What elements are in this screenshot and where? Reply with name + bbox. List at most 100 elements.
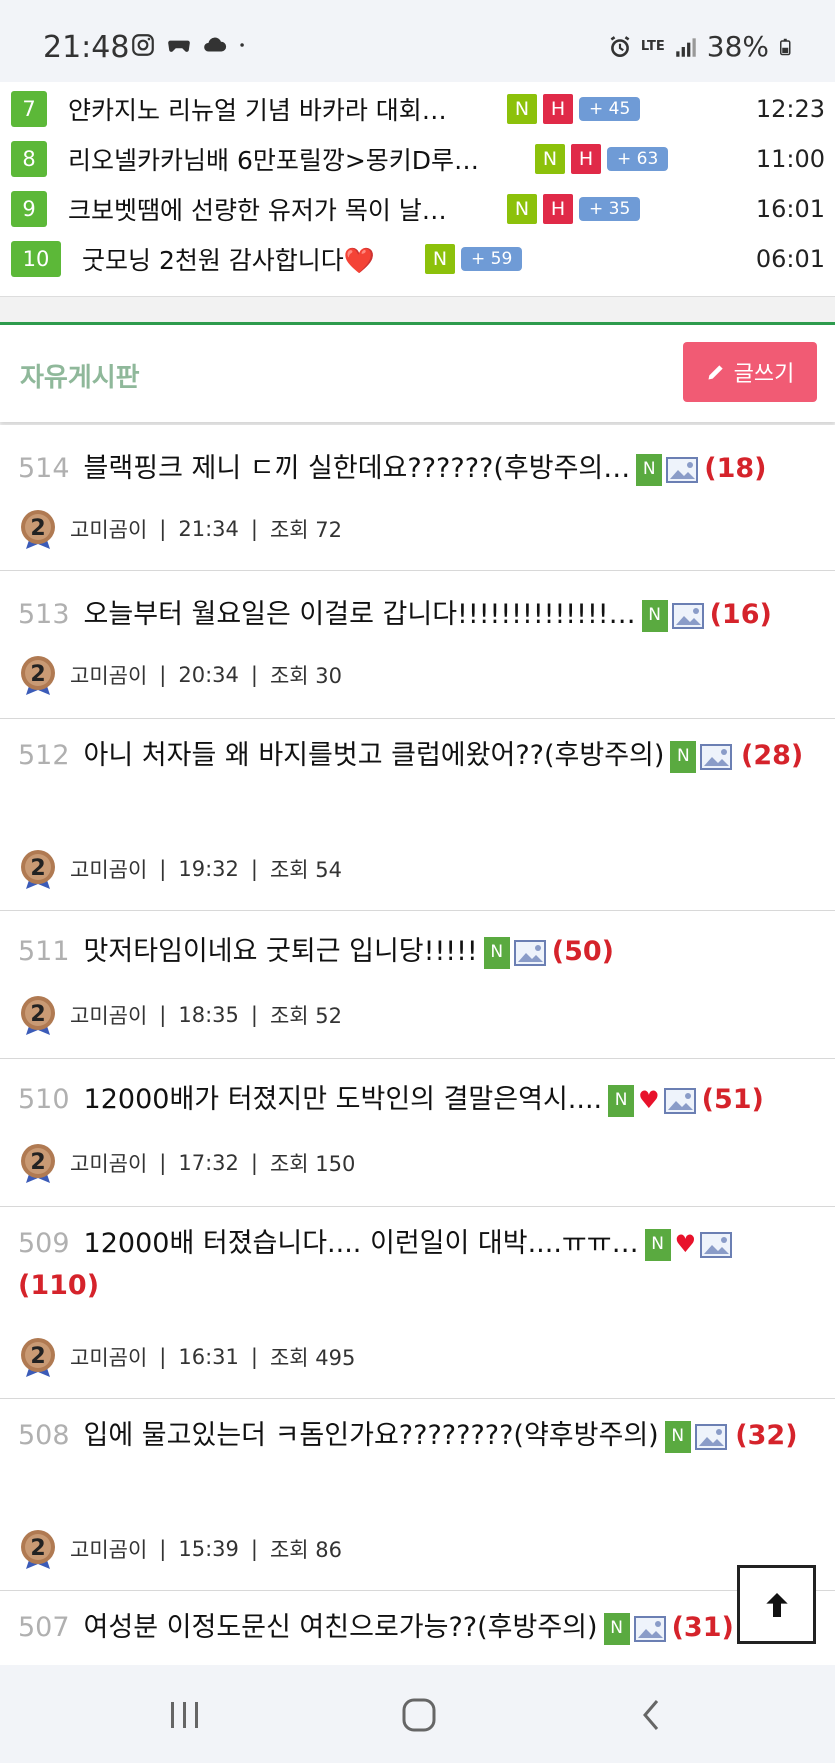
svg-text:2: 2 <box>30 1344 45 1369</box>
post-author[interactable]: 고미곰이 <box>70 854 147 884</box>
avatar-level-badge: 2 <box>21 510 55 549</box>
rank-time: 16:01 <box>755 195 825 223</box>
post-meta: 2 고미곰이 | 15:39 | 조회 86 <box>18 1527 342 1571</box>
back-icon <box>643 1700 659 1730</box>
home-icon <box>402 1698 436 1732</box>
post-title-line[interactable]: 512 아니 처자들 왜 바지를벗고 클럽에왔어??(후방주의) N (28) <box>18 735 815 776</box>
post-title-line[interactable]: 511 맛저타임이네요 굿퇴근 입니당!!!!! N (50) <box>18 931 815 972</box>
post-views: 조회 495 <box>269 1346 356 1370</box>
post-title[interactable]: 입에 물고있는더 ㅋ돔인가요????????(약후방주의) <box>84 1420 659 1451</box>
post-title-line[interactable]: 509 12000배 터졌습니다.... 이런일이 대박....ㅠㅠ… N ♥ (11… <box>18 1223 815 1306</box>
meta-separator: | <box>159 663 167 687</box>
post-number: 513 <box>18 599 70 630</box>
post-title-line[interactable]: 508 입에 물고있는더 ㅋ돔인가요????????(약후방주의) N (32) <box>18 1415 815 1456</box>
image-attachment-icon <box>700 743 733 770</box>
post-item[interactable]: 512 아니 처자들 왜 바지를벗고 클럽에왔어??(후방주의) N (28) 2 … <box>0 719 835 911</box>
rank-title[interactable]: 굿모닝 2천원 감사합니다❤️ <box>82 241 375 277</box>
post-title[interactable]: 12000배가 터졌지만 도박인의 결말은역시.... <box>84 1084 603 1115</box>
pencil-icon <box>708 365 723 380</box>
post-meta: 2 고미곰이 | 16:31 | 조회 495 <box>18 1335 355 1379</box>
post-time: 18:35 <box>178 1003 239 1027</box>
meta-separator: | <box>159 857 167 881</box>
image-attachment-icon <box>663 1087 696 1114</box>
post-item[interactable]: 511 맛저타임이네요 굿퇴근 입니당!!!!! N (50) 2 고미곰이 | 18:3… <box>0 911 835 1059</box>
post-author[interactable]: 고미곰이 <box>70 1534 147 1564</box>
rank-number: 9 <box>11 191 47 227</box>
rank-title[interactable]: 얀카지노 리뉴얼 기념 바카라 대회… <box>68 91 447 127</box>
heart-icon: ♥ <box>638 1086 660 1114</box>
comment-count[interactable]: (50) <box>552 936 614 967</box>
system-nav-bar <box>0 1665 835 1763</box>
post-title[interactable]: 12000배 터졌습니다.... 이런일이 대박....ㅠㅠ… <box>84 1228 639 1259</box>
image-attachment-icon <box>671 602 704 629</box>
post-item[interactable]: 509 12000배 터졌습니다.... 이런일이 대박....ㅠㅠ… N ♥ (11… <box>0 1207 835 1399</box>
back-button[interactable] <box>630 1695 674 1735</box>
rank-item[interactable]: 9 크보벳땜에 선량한 유저가 목이 날… N H + 35 16:01 <box>0 184 835 234</box>
post-item[interactable]: 507 여성분 이정도문신 여친으로가능??(후방주의) N (31) <box>0 1591 835 1665</box>
post-author[interactable]: 고미곰이 <box>70 1342 147 1372</box>
post-item[interactable]: 513 오늘부터 월요일은 이걸로 갑니다!!!!!!!!!!!!!!… N (16)… <box>0 571 835 719</box>
post-title-line[interactable]: 510 12000배가 터졌지만 도박인의 결말은역시.... N ♥ (51) <box>18 1079 815 1121</box>
new-badge: N <box>535 144 565 174</box>
post-author[interactable]: 고미곰이 <box>70 660 147 690</box>
post-item[interactable]: 510 12000배가 터졌지만 도박인의 결말은역시.... N ♥ (51) 2 고… <box>0 1059 835 1207</box>
recent-apps-button[interactable] <box>163 1695 207 1735</box>
post-number: 509 <box>18 1228 70 1259</box>
notification-icons <box>130 32 252 58</box>
meta-separator: | <box>250 1151 258 1175</box>
post-author[interactable]: 고미곰이 <box>70 514 147 544</box>
home-button[interactable] <box>397 1695 441 1735</box>
post-number: 510 <box>18 1084 70 1115</box>
image-attachment-icon <box>700 1231 733 1258</box>
post-author[interactable]: 고미곰이 <box>70 1148 147 1178</box>
post-title[interactable]: 오늘부터 월요일은 이걸로 갑니다!!!!!!!!!!!!!!… <box>84 599 636 630</box>
gamepad-icon <box>168 40 190 52</box>
avatar-level-badge: 2 <box>21 1338 55 1377</box>
heart-icon: ♥ <box>674 1230 697 1258</box>
comment-count[interactable]: (51) <box>702 1084 764 1115</box>
image-attachment-icon <box>694 1423 727 1450</box>
post-title[interactable]: 맛저타임이네요 굿퇴근 입니당!!!!! <box>84 936 478 967</box>
post-title[interactable]: 블랙핑크 제니 ㄷ끼 실한데요??????(후방주의… <box>84 453 631 484</box>
meta-separator: | <box>159 517 167 541</box>
meta-separator: | <box>250 517 258 541</box>
post-author[interactable]: 고미곰이 <box>70 1000 147 1030</box>
comment-count[interactable]: (32) <box>735 1420 797 1451</box>
meta-separator: | <box>159 1003 167 1027</box>
hot-badge: H <box>543 94 573 124</box>
post-title-line[interactable]: 514 블랙핑크 제니 ㄷ끼 실한데요??????(후방주의… N (18) <box>18 448 815 489</box>
post-title-line[interactable]: 513 오늘부터 월요일은 이걸로 갑니다!!!!!!!!!!!!!!… N (16) <box>18 594 815 635</box>
post-item[interactable]: 508 입에 물고있는더 ㅋ돔인가요????????(약후방주의) N (32) 2… <box>0 1399 835 1591</box>
post-title[interactable]: 아니 처자들 왜 바지를벗고 클럽에왔어??(후방주의) <box>84 740 665 771</box>
post-time: 17:32 <box>178 1151 239 1175</box>
avatar-level-badge: 2 <box>21 996 55 1035</box>
new-badge: N <box>636 453 663 486</box>
comment-count[interactable]: (110) <box>18 1270 99 1301</box>
arrow-up-icon <box>765 1592 788 1617</box>
rank-title[interactable]: 크보벳땜에 선량한 유저가 목이 날… <box>68 191 447 227</box>
comment-count[interactable]: (16) <box>710 599 772 630</box>
svg-text:2: 2 <box>30 1150 45 1175</box>
post-title[interactable]: 여성분 이정도문신 여친으로가능??(후방주의) <box>84 1612 598 1643</box>
avatar-level-badge: 2 <box>21 656 55 695</box>
post-time: 15:39 <box>178 1537 239 1561</box>
rank-item[interactable]: 10 굿모닝 2천원 감사합니다❤️ N + 59 06:01 <box>0 234 835 284</box>
meta-separator: | <box>250 663 258 687</box>
new-badge: N <box>507 94 537 124</box>
comment-count[interactable]: (18) <box>704 453 766 484</box>
post-title-line[interactable]: 507 여성분 이정도문신 여친으로가능??(후방주의) N (31) <box>18 1607 815 1648</box>
comment-count[interactable]: (31) <box>672 1612 734 1643</box>
comment-count[interactable]: (28) <box>741 740 803 771</box>
post-time: 19:32 <box>178 857 239 881</box>
rank-title[interactable]: 리오넬카카님배 6만포릴깡>몽키D루… <box>68 141 479 177</box>
reply-count-badge: + 63 <box>607 147 669 171</box>
post-item[interactable]: 514 블랙핑크 제니 ㄷ끼 실한데요??????(후방주의… N (18) 2 고미… <box>0 425 835 571</box>
meta-separator: | <box>159 1151 167 1175</box>
rank-item[interactable]: 7 얀카지노 리뉴얼 기념 바카라 대회… N H + 45 12:23 <box>0 84 835 134</box>
rank-item[interactable]: 8 리오넬카카님배 6만포릴깡>몽키D루… N H + 63 11:00 <box>0 134 835 184</box>
scroll-to-top-button[interactable] <box>737 1565 816 1644</box>
image-attachment-icon <box>513 939 546 966</box>
post-views: 조회 30 <box>269 664 343 688</box>
write-post-button[interactable]: 글쓰기 <box>683 342 817 402</box>
hot-badge: H <box>543 194 573 224</box>
